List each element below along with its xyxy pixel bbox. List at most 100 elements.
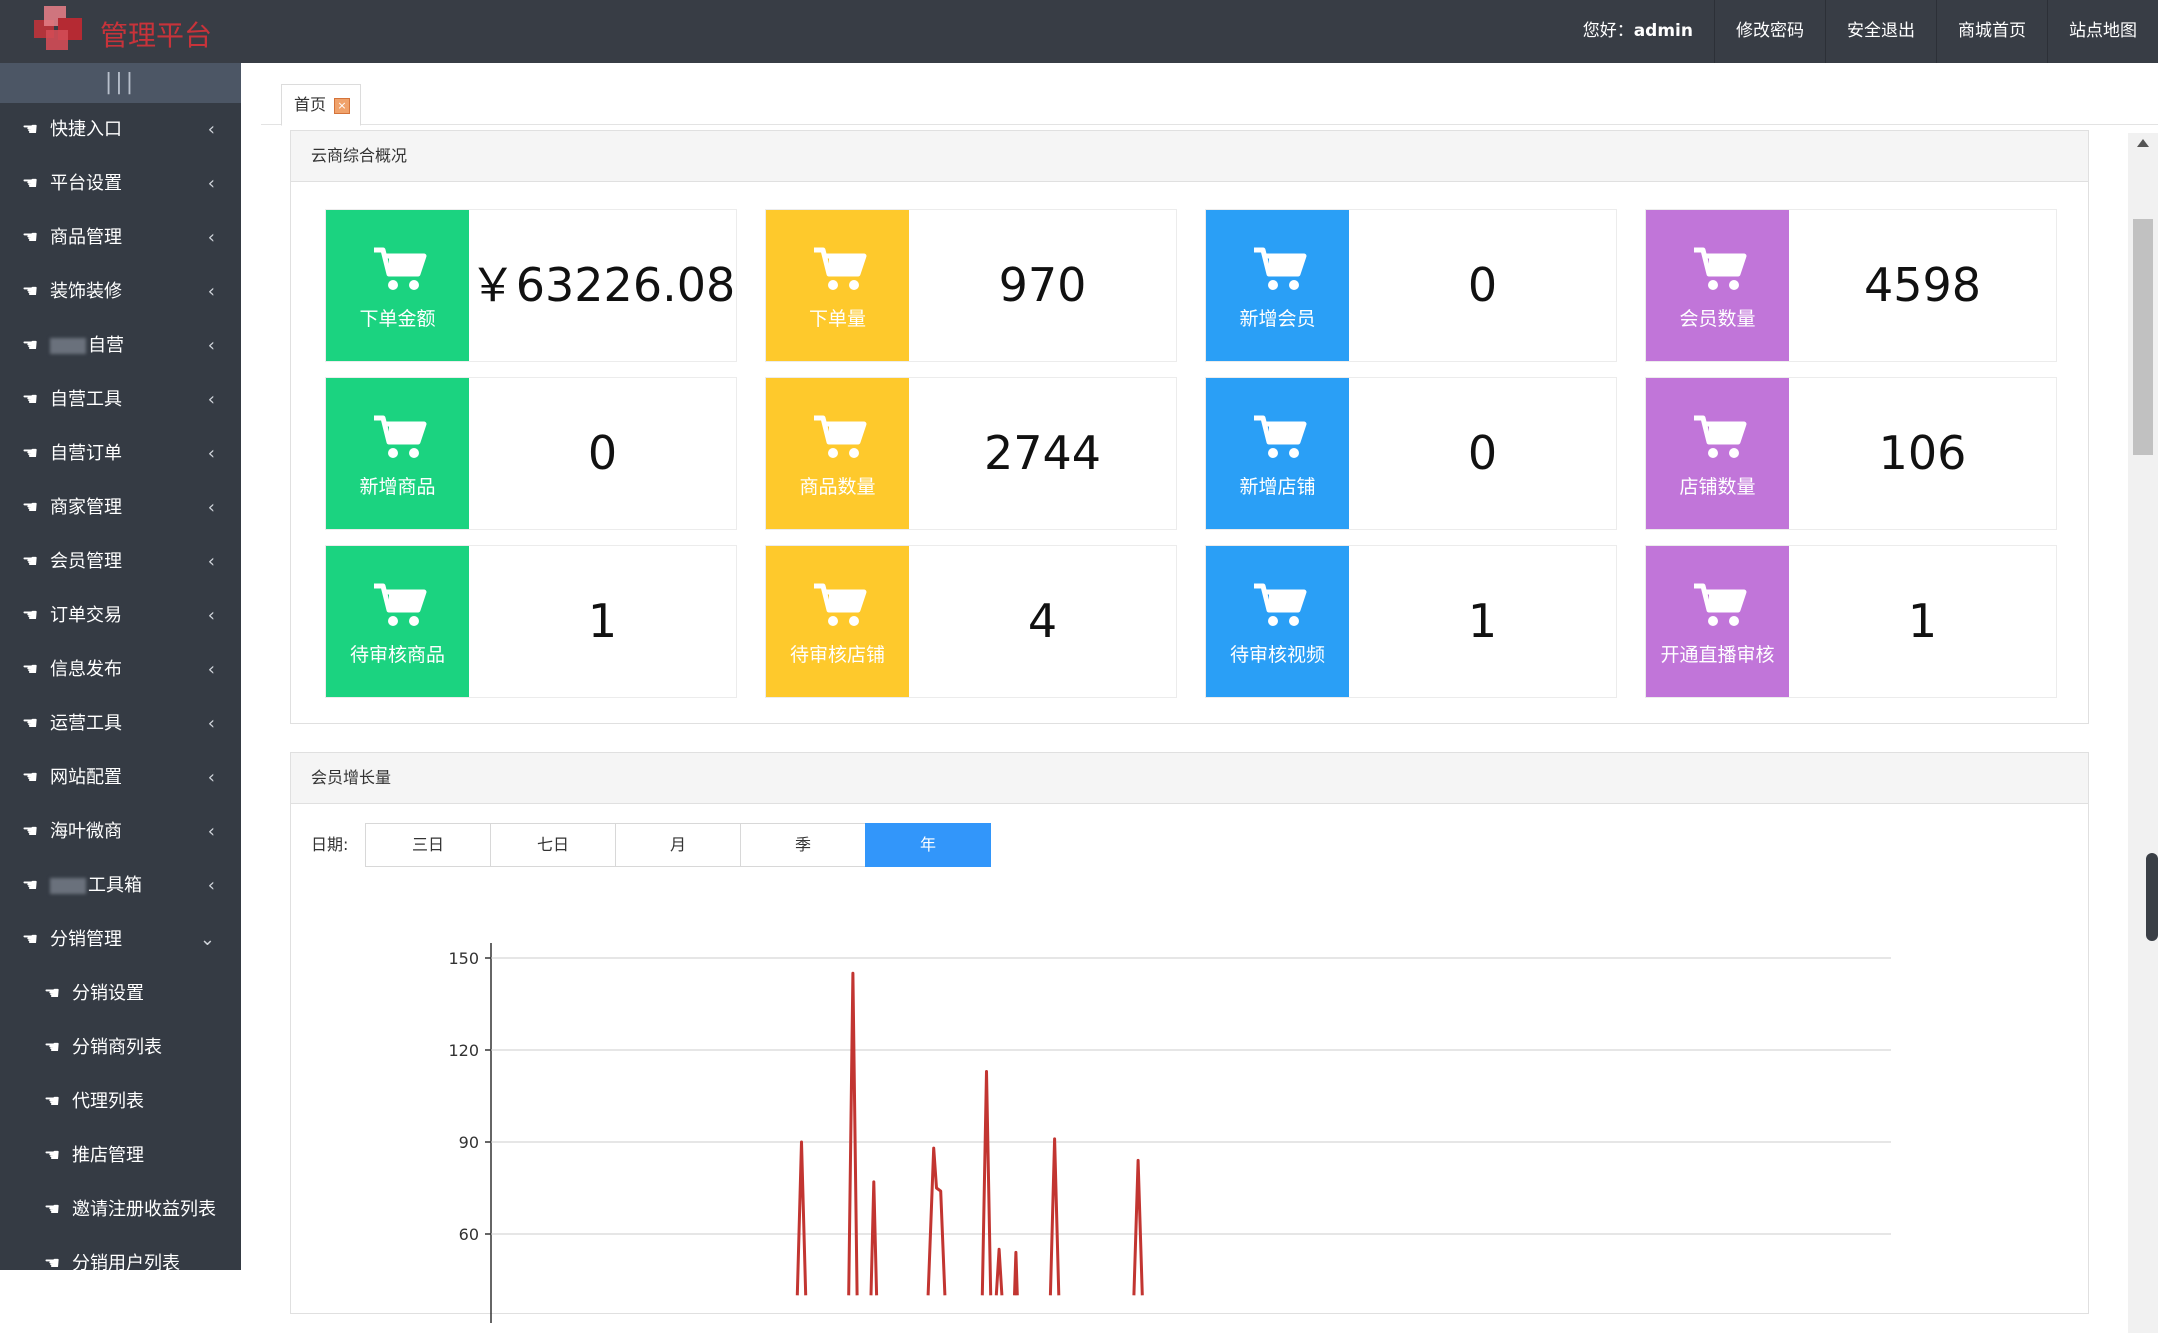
stat-card-value: 970 — [998, 258, 1087, 312]
cart-icon — [1254, 583, 1307, 626]
stat-card-value: ￥63226.08 — [469, 258, 736, 312]
stat-card: 开通直播审核 1 — [1645, 545, 2057, 698]
hand-pointer-icon: ☚ — [22, 713, 39, 734]
chevron-left-icon: ‹ — [207, 119, 215, 140]
sidebar-item-3[interactable]: ☚ 装饰装修 ‹ — [0, 265, 241, 319]
stat-card: 待审核视频 1 — [1205, 545, 1617, 698]
sidebar-subitem-label: 代理列表 — [72, 1091, 144, 1112]
sidebar-item-12[interactable]: ☚ 网站配置 ‹ — [0, 751, 241, 805]
close-icon[interactable]: × — [334, 97, 351, 114]
vertical-scrollbar[interactable] — [2128, 133, 2158, 1333]
stat-card-label: 会员数量 — [1679, 308, 1756, 330]
period-button-0[interactable]: 三日 — [365, 823, 491, 867]
member-growth-title: 会员增长量 — [291, 753, 2088, 804]
stat-card-icon-block: 下单量 — [766, 210, 909, 361]
tab-home[interactable]: 首页 × — [281, 84, 362, 126]
greeting: 您好：admin — [1582, 21, 1693, 41]
hand-pointer-icon: ☚ — [22, 119, 39, 140]
scrollbar-thumb[interactable] — [2133, 219, 2153, 455]
outer-scroll-handle[interactable] — [2146, 853, 2158, 941]
sidebar-item-7[interactable]: ☚ 商家管理 ‹ — [0, 481, 241, 535]
sidebar-collapse-button[interactable]: ||| — [0, 63, 241, 103]
sidebar-item-label: 自营订单 — [50, 443, 122, 464]
sidebar-item-11[interactable]: ☚ 运营工具 ‹ — [0, 697, 241, 751]
sidebar-item-6[interactable]: ☚ 自营订单 ‹ — [0, 427, 241, 481]
chevron-left-icon: ‹ — [207, 173, 215, 194]
stat-card-value: 2744 — [983, 426, 1102, 480]
chevron-left-icon: ‹ — [207, 389, 215, 410]
stat-card: 新增店铺 0 — [1205, 377, 1617, 530]
cart-icon — [1694, 583, 1747, 626]
change-password-link[interactable]: 修改密码 — [1714, 0, 1825, 63]
scroll-up-icon[interactable] — [2137, 139, 2149, 147]
stat-card-icon-block: 待审核视频 — [1206, 546, 1349, 697]
sidebar-subitem-5[interactable]: ☚ 分销用户列表 — [0, 1237, 241, 1270]
cart-icon — [1254, 247, 1307, 290]
mall-home-link[interactable]: 商城首页 — [1936, 0, 2047, 63]
sidebar-subitem-3[interactable]: ☚ 推店管理 — [0, 1129, 241, 1183]
stat-card-icon-block: 开通直播审核 — [1646, 546, 1789, 697]
y-tick-label: 90 — [459, 1133, 479, 1152]
stat-card-label: 待审核视频 — [1229, 644, 1325, 666]
stat-card-icon-block: 新增商品 — [326, 378, 469, 529]
series-line — [869, 1180, 879, 1296]
stat-card-icon-block: 店铺数量 — [1646, 378, 1789, 529]
hand-pointer-icon: ☚ — [22, 335, 39, 356]
chevron-left-icon: ‹ — [207, 281, 215, 302]
sidebar-item-9[interactable]: ☚ 订单交易 ‹ — [0, 589, 241, 643]
sidebar-item-0[interactable]: ☚ 快捷入口 ‹ — [0, 103, 241, 157]
sidebar-item-13[interactable]: ☚ 海叶微商 ‹ — [0, 805, 241, 859]
sidebar-item-4[interactable]: ☚ 自营 ‹ — [0, 319, 241, 373]
overview-title: 云商综合概况 — [291, 131, 2088, 182]
sidebar-item-8[interactable]: ☚ 会员管理 ‹ — [0, 535, 241, 589]
sidebar-subitem-2[interactable]: ☚ 代理列表 — [0, 1075, 241, 1129]
stat-card-label: 商品数量 — [799, 476, 876, 498]
stat-card-value: 4 — [1027, 594, 1058, 648]
sidebar-subitem-1[interactable]: ☚ 分销商列表 — [0, 1021, 241, 1075]
cart-icon — [374, 583, 427, 626]
sidebar-subitem-0[interactable]: ☚ 分销设置 — [0, 967, 241, 1021]
sidebar-item-label: 装饰装修 — [50, 281, 122, 302]
sidebar-item-10[interactable]: ☚ 信息发布 ‹ — [0, 643, 241, 697]
cart-icon — [1694, 247, 1747, 290]
stat-card-icon-block: 新增店铺 — [1206, 378, 1349, 529]
period-button-2[interactable]: 月 — [615, 823, 741, 867]
sidebar-item-label: 自营 — [88, 335, 124, 356]
stat-card-value: 0 — [587, 426, 618, 480]
overview-panel: 云商综合概况 下单金额 ￥63226.08 下单量 970 新增会员 0 会员数量 4598 新… — [290, 130, 2089, 724]
sidebar-subitem-label: 推店管理 — [72, 1145, 144, 1166]
stat-card: 商品数量 2744 — [765, 377, 1177, 530]
stat-card-icon-block: 会员数量 — [1646, 210, 1789, 361]
chevron-left-icon: ‹ — [207, 713, 215, 734]
sidebar-item-label: 商家管理 — [50, 497, 122, 518]
period-button-1[interactable]: 七日 — [490, 823, 616, 867]
hand-pointer-icon: ☚ — [44, 983, 61, 1004]
sitemap-link[interactable]: 站点地图 — [2047, 0, 2158, 63]
hand-pointer-icon: ☚ — [22, 173, 39, 194]
sidebar-item-14[interactable]: ☚ 工具箱 ‹ — [0, 859, 241, 913]
sidebar-item-label: 会员管理 — [50, 551, 122, 572]
tab-bar: 首页 × — [261, 84, 2158, 126]
series-line — [1048, 1137, 1061, 1296]
chevron-down-icon: ⌄ — [199, 929, 215, 950]
hand-pointer-icon: ☚ — [22, 659, 39, 680]
period-button-4[interactable]: 年 — [865, 823, 991, 867]
sidebar-item-label: 分销管理 — [50, 929, 122, 950]
sidebar-subitem-4[interactable]: ☚ 邀请注册收益列表 — [0, 1183, 241, 1237]
sidebar-item-label: 快捷入口 — [50, 119, 122, 140]
stat-card-label: 开通直播审核 — [1660, 644, 1775, 666]
sidebar-item-15[interactable]: ☚ 分销管理 ⌄ — [0, 913, 241, 967]
sidebar-item-5[interactable]: ☚ 自营工具 ‹ — [0, 373, 241, 427]
logout-link[interactable]: 安全退出 — [1825, 0, 1936, 63]
hand-pointer-icon: ☚ — [44, 1145, 61, 1166]
period-button-3[interactable]: 季 — [740, 823, 866, 867]
stat-card-label: 待审核店铺 — [789, 644, 885, 666]
cart-icon — [814, 583, 867, 626]
sidebar-item-1[interactable]: ☚ 平台设置 ‹ — [0, 157, 241, 211]
stat-card-value: 4598 — [1863, 258, 1982, 312]
main-content: 首页 × 云商综合概况 下单金额 ￥63226.08 下单量 970 新增会员 0 会员数量 4… — [241, 63, 2158, 1333]
chevron-left-icon: ‹ — [207, 821, 215, 842]
sidebar-item-label: 运营工具 — [50, 713, 122, 734]
sidebar-item-2[interactable]: ☚ 商品管理 ‹ — [0, 211, 241, 265]
hand-pointer-icon: ☚ — [22, 875, 39, 896]
